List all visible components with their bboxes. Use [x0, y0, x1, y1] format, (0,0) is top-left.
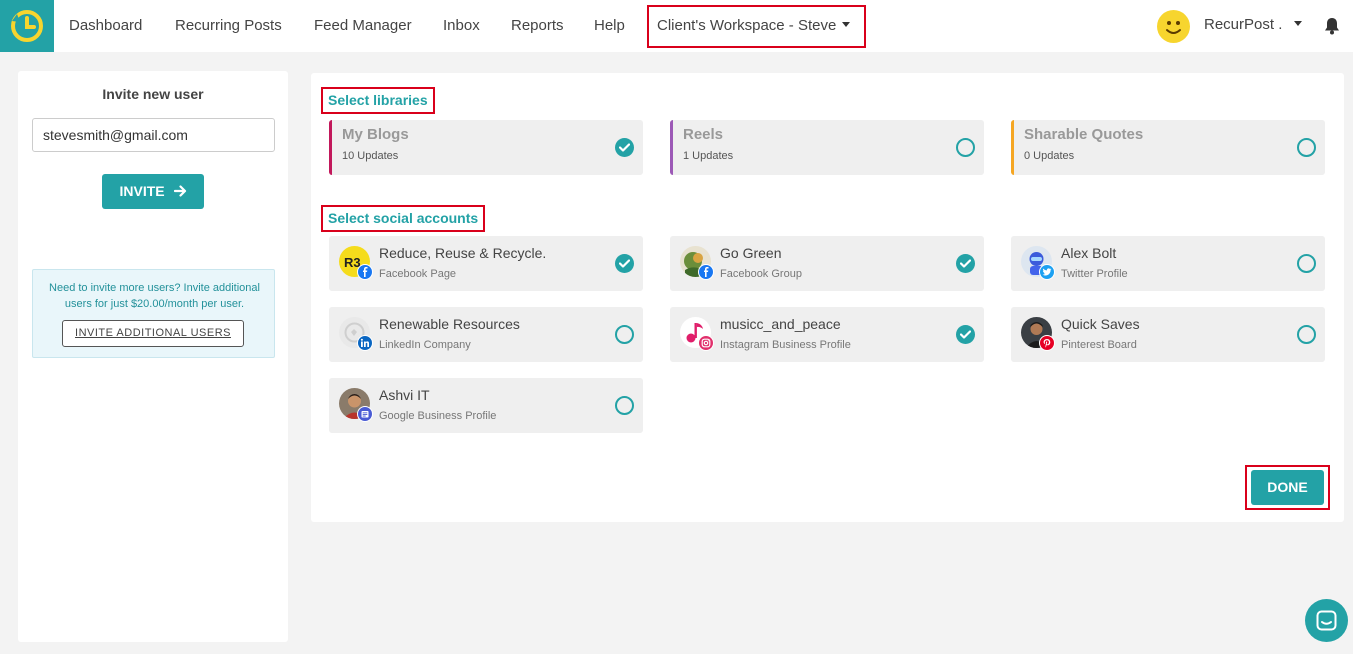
arrow-right-icon [173, 185, 186, 197]
chat-icon [1316, 610, 1337, 631]
user-name: RecurPost . [1204, 16, 1283, 33]
nav-dashboard[interactable]: Dashboard [69, 17, 142, 34]
social-account-card[interactable]: Go Green Facebook Group [670, 236, 984, 291]
google-business-icon [357, 406, 373, 422]
facebook-icon [698, 264, 714, 280]
nav-feed-manager[interactable]: Feed Manager [314, 17, 412, 34]
library-title: Reels [683, 126, 724, 143]
library-card[interactable]: My Blogs 10 Updates [329, 120, 643, 175]
invite-panel: Invite new user INVITE Need to invite mo… [18, 71, 288, 642]
invite-email-input[interactable] [32, 118, 275, 152]
account-name: musicc_and_peace [720, 316, 841, 332]
recurpost-logo[interactable] [0, 0, 54, 52]
nav-inbox[interactable]: Inbox [443, 17, 480, 34]
checked-circle-icon[interactable] [615, 254, 634, 273]
library-title: My Blogs [342, 126, 409, 143]
unchecked-circle-icon[interactable] [956, 138, 975, 157]
instagram-icon [698, 335, 714, 351]
twitter-icon [1039, 264, 1055, 280]
facebook-icon [357, 264, 373, 280]
account-type: Facebook Page [379, 268, 457, 280]
checkmark-icon [619, 143, 630, 152]
unchecked-circle-icon[interactable] [1297, 254, 1316, 273]
social-account-card[interactable]: Ashvi IT Google Business Profile [329, 378, 643, 433]
social-account-card[interactable]: Alex Bolt Twitter Profile [1011, 236, 1325, 291]
checkmark-icon [960, 330, 971, 339]
nav-recurring-posts[interactable]: Recurring Posts [175, 17, 282, 34]
smiley-face-icon [1166, 21, 1181, 34]
pinterest-icon [1039, 335, 1055, 351]
library-update-count: 10 Updates [342, 150, 399, 162]
library-card[interactable]: Reels 1 Updates [670, 120, 984, 175]
checkmark-icon [960, 259, 971, 268]
account-name: Alex Bolt [1061, 245, 1117, 261]
checked-circle-icon[interactable] [956, 254, 975, 273]
checkmark-icon [619, 259, 630, 268]
workspace-dropdown[interactable]: Client's Workspace - Steve [657, 17, 851, 34]
invite-button-label: INVITE [119, 183, 165, 199]
social-account-card[interactable]: Quick Saves Pinterest Board [1011, 307, 1325, 362]
account-name: Go Green [720, 245, 782, 261]
top-navbar: Dashboard Recurring Posts Feed Manager I… [0, 0, 1353, 52]
library-card[interactable]: Sharable Quotes 0 Updates [1011, 120, 1325, 175]
account-type: LinkedIn Company [379, 339, 471, 351]
account-type: Pinterest Board [1061, 339, 1137, 351]
social-account-card[interactable]: musicc_and_peace Instagram Business Profi… [670, 307, 984, 362]
nav-help[interactable]: Help [594, 17, 625, 34]
unchecked-circle-icon[interactable] [1297, 138, 1316, 157]
nav-reports[interactable]: Reports [511, 17, 564, 34]
select-libraries-heading: Select libraries [321, 87, 435, 114]
social-account-card[interactable]: R3 Reduce, Reuse & Recycle. Facebook Page [329, 236, 643, 291]
bell-icon[interactable] [1323, 17, 1341, 35]
invite-more-info: Need to invite more users? Invite additi… [32, 269, 275, 358]
account-name: Ashvi IT [379, 387, 430, 403]
account-type: Twitter Profile [1061, 268, 1128, 280]
select-social-accounts-heading: Select social accounts [321, 205, 486, 232]
account-type: Facebook Group [720, 268, 802, 280]
social-account-card[interactable]: Renewable Resources LinkedIn Company [329, 307, 643, 362]
account-type: Instagram Business Profile [720, 339, 851, 351]
done-button[interactable]: DONE [1251, 470, 1324, 505]
invite-button[interactable]: INVITE [102, 174, 204, 209]
user-avatar[interactable] [1157, 10, 1190, 43]
library-update-count: 1 Updates [683, 150, 734, 162]
unchecked-circle-icon[interactable] [615, 325, 634, 344]
chat-launcher[interactable] [1305, 599, 1348, 642]
workspace-label: Client's Workspace - Steve [657, 17, 837, 34]
account-name: Reduce, Reuse & Recycle. [379, 245, 547, 261]
checked-circle-icon[interactable] [956, 325, 975, 344]
unchecked-circle-icon[interactable] [615, 396, 634, 415]
account-name: Quick Saves [1061, 316, 1140, 332]
caret-down-icon [1294, 20, 1303, 26]
caret-down-icon [842, 21, 851, 27]
linkedin-icon [357, 335, 373, 351]
invite-additional-users-button[interactable]: INVITE ADDITIONAL USERS [62, 320, 244, 347]
checked-circle-icon[interactable] [615, 138, 634, 157]
account-name: Renewable Resources [379, 316, 520, 332]
account-type: Google Business Profile [379, 410, 497, 422]
library-update-count: 0 Updates [1024, 150, 1075, 162]
clock-logo-icon [11, 10, 43, 42]
library-title: Sharable Quotes [1024, 126, 1144, 143]
done-highlight: DONE [1245, 465, 1330, 510]
invite-more-text: Need to invite more users? Invite additi… [49, 282, 260, 310]
user-menu[interactable]: RecurPost . [1204, 16, 1303, 33]
unchecked-circle-icon[interactable] [1297, 325, 1316, 344]
invite-title: Invite new user [102, 86, 204, 102]
